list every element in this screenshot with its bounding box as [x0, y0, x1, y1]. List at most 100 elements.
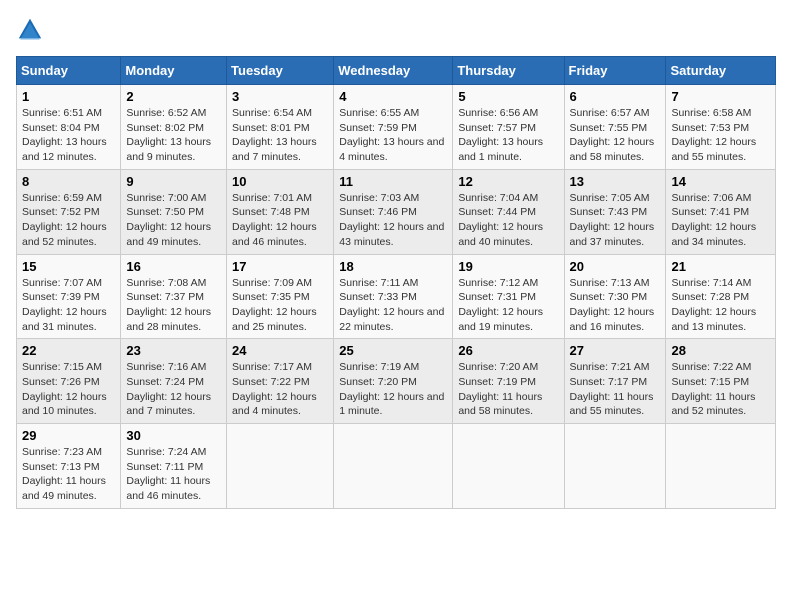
calendar-week-row: 1 Sunrise: 6:51 AMSunset: 8:04 PMDayligh…	[17, 85, 776, 170]
calendar-cell: 23 Sunrise: 7:16 AMSunset: 7:24 PMDaylig…	[121, 339, 227, 424]
calendar-cell: 18 Sunrise: 7:11 AMSunset: 7:33 PMDaylig…	[334, 254, 453, 339]
day-info: Sunrise: 7:05 AMSunset: 7:43 PMDaylight:…	[570, 192, 655, 248]
day-number: 24	[232, 343, 328, 358]
day-info: Sunrise: 7:06 AMSunset: 7:41 PMDaylight:…	[671, 192, 756, 248]
calendar-cell: 26 Sunrise: 7:20 AMSunset: 7:19 PMDaylig…	[453, 339, 564, 424]
calendar-cell: 28 Sunrise: 7:22 AMSunset: 7:15 PMDaylig…	[666, 339, 776, 424]
calendar-cell: 25 Sunrise: 7:19 AMSunset: 7:20 PMDaylig…	[334, 339, 453, 424]
calendar-cell	[666, 424, 776, 509]
day-number: 19	[458, 259, 558, 274]
calendar-cell: 22 Sunrise: 7:15 AMSunset: 7:26 PMDaylig…	[17, 339, 121, 424]
day-number: 15	[22, 259, 115, 274]
calendar-cell: 16 Sunrise: 7:08 AMSunset: 7:37 PMDaylig…	[121, 254, 227, 339]
calendar-cell	[334, 424, 453, 509]
day-info: Sunrise: 7:20 AMSunset: 7:19 PMDaylight:…	[458, 361, 542, 417]
day-info: Sunrise: 7:11 AMSunset: 7:33 PMDaylight:…	[339, 277, 444, 333]
day-number: 14	[671, 174, 770, 189]
calendar-cell	[227, 424, 334, 509]
day-number: 21	[671, 259, 770, 274]
col-wednesday: Wednesday	[334, 57, 453, 85]
day-info: Sunrise: 6:52 AMSunset: 8:02 PMDaylight:…	[126, 107, 211, 163]
day-number: 3	[232, 89, 328, 104]
day-info: Sunrise: 7:21 AMSunset: 7:17 PMDaylight:…	[570, 361, 654, 417]
day-number: 29	[22, 428, 115, 443]
day-info: Sunrise: 7:08 AMSunset: 7:37 PMDaylight:…	[126, 277, 211, 333]
day-info: Sunrise: 7:12 AMSunset: 7:31 PMDaylight:…	[458, 277, 543, 333]
day-info: Sunrise: 7:09 AMSunset: 7:35 PMDaylight:…	[232, 277, 317, 333]
day-number: 6	[570, 89, 661, 104]
day-info: Sunrise: 7:04 AMSunset: 7:44 PMDaylight:…	[458, 192, 543, 248]
calendar-cell: 24 Sunrise: 7:17 AMSunset: 7:22 PMDaylig…	[227, 339, 334, 424]
day-number: 5	[458, 89, 558, 104]
calendar-cell: 12 Sunrise: 7:04 AMSunset: 7:44 PMDaylig…	[453, 169, 564, 254]
calendar-cell: 11 Sunrise: 7:03 AMSunset: 7:46 PMDaylig…	[334, 169, 453, 254]
day-number: 20	[570, 259, 661, 274]
day-info: Sunrise: 7:24 AMSunset: 7:11 PMDaylight:…	[126, 446, 210, 502]
day-number: 10	[232, 174, 328, 189]
day-info: Sunrise: 7:13 AMSunset: 7:30 PMDaylight:…	[570, 277, 655, 333]
calendar-cell: 19 Sunrise: 7:12 AMSunset: 7:31 PMDaylig…	[453, 254, 564, 339]
day-info: Sunrise: 6:55 AMSunset: 7:59 PMDaylight:…	[339, 107, 444, 163]
day-info: Sunrise: 7:14 AMSunset: 7:28 PMDaylight:…	[671, 277, 756, 333]
day-number: 7	[671, 89, 770, 104]
calendar-cell: 3 Sunrise: 6:54 AMSunset: 8:01 PMDayligh…	[227, 85, 334, 170]
calendar-cell: 2 Sunrise: 6:52 AMSunset: 8:02 PMDayligh…	[121, 85, 227, 170]
calendar-cell: 8 Sunrise: 6:59 AMSunset: 7:52 PMDayligh…	[17, 169, 121, 254]
day-number: 8	[22, 174, 115, 189]
calendar-cell: 30 Sunrise: 7:24 AMSunset: 7:11 PMDaylig…	[121, 424, 227, 509]
day-number: 1	[22, 89, 115, 104]
logo	[16, 16, 48, 44]
day-info: Sunrise: 6:54 AMSunset: 8:01 PMDaylight:…	[232, 107, 317, 163]
calendar-cell: 21 Sunrise: 7:14 AMSunset: 7:28 PMDaylig…	[666, 254, 776, 339]
day-info: Sunrise: 7:19 AMSunset: 7:20 PMDaylight:…	[339, 361, 444, 417]
calendar-header-row: Sunday Monday Tuesday Wednesday Thursday…	[17, 57, 776, 85]
day-number: 27	[570, 343, 661, 358]
day-number: 30	[126, 428, 221, 443]
calendar-cell: 6 Sunrise: 6:57 AMSunset: 7:55 PMDayligh…	[564, 85, 666, 170]
day-info: Sunrise: 7:16 AMSunset: 7:24 PMDaylight:…	[126, 361, 211, 417]
day-info: Sunrise: 7:00 AMSunset: 7:50 PMDaylight:…	[126, 192, 211, 248]
day-info: Sunrise: 6:57 AMSunset: 7:55 PMDaylight:…	[570, 107, 655, 163]
day-number: 28	[671, 343, 770, 358]
calendar-cell: 4 Sunrise: 6:55 AMSunset: 7:59 PMDayligh…	[334, 85, 453, 170]
day-info: Sunrise: 7:22 AMSunset: 7:15 PMDaylight:…	[671, 361, 755, 417]
calendar-cell: 17 Sunrise: 7:09 AMSunset: 7:35 PMDaylig…	[227, 254, 334, 339]
day-number: 16	[126, 259, 221, 274]
col-saturday: Saturday	[666, 57, 776, 85]
day-number: 17	[232, 259, 328, 274]
calendar-cell: 1 Sunrise: 6:51 AMSunset: 8:04 PMDayligh…	[17, 85, 121, 170]
day-number: 22	[22, 343, 115, 358]
day-info: Sunrise: 6:56 AMSunset: 7:57 PMDaylight:…	[458, 107, 543, 163]
page-header	[16, 16, 776, 44]
day-number: 25	[339, 343, 447, 358]
calendar-week-row: 8 Sunrise: 6:59 AMSunset: 7:52 PMDayligh…	[17, 169, 776, 254]
calendar-cell: 14 Sunrise: 7:06 AMSunset: 7:41 PMDaylig…	[666, 169, 776, 254]
day-info: Sunrise: 7:03 AMSunset: 7:46 PMDaylight:…	[339, 192, 444, 248]
col-thursday: Thursday	[453, 57, 564, 85]
day-info: Sunrise: 6:58 AMSunset: 7:53 PMDaylight:…	[671, 107, 756, 163]
day-number: 18	[339, 259, 447, 274]
col-tuesday: Tuesday	[227, 57, 334, 85]
calendar-cell: 9 Sunrise: 7:00 AMSunset: 7:50 PMDayligh…	[121, 169, 227, 254]
calendar-cell	[564, 424, 666, 509]
day-number: 9	[126, 174, 221, 189]
day-number: 4	[339, 89, 447, 104]
day-number: 12	[458, 174, 558, 189]
day-info: Sunrise: 7:07 AMSunset: 7:39 PMDaylight:…	[22, 277, 107, 333]
calendar-cell: 10 Sunrise: 7:01 AMSunset: 7:48 PMDaylig…	[227, 169, 334, 254]
calendar-table: Sunday Monday Tuesday Wednesday Thursday…	[16, 56, 776, 509]
day-info: Sunrise: 7:15 AMSunset: 7:26 PMDaylight:…	[22, 361, 107, 417]
calendar-cell: 13 Sunrise: 7:05 AMSunset: 7:43 PMDaylig…	[564, 169, 666, 254]
col-monday: Monday	[121, 57, 227, 85]
col-friday: Friday	[564, 57, 666, 85]
day-number: 11	[339, 174, 447, 189]
calendar-week-row: 22 Sunrise: 7:15 AMSunset: 7:26 PMDaylig…	[17, 339, 776, 424]
calendar-cell: 27 Sunrise: 7:21 AMSunset: 7:17 PMDaylig…	[564, 339, 666, 424]
day-info: Sunrise: 6:59 AMSunset: 7:52 PMDaylight:…	[22, 192, 107, 248]
day-info: Sunrise: 7:23 AMSunset: 7:13 PMDaylight:…	[22, 446, 106, 502]
day-info: Sunrise: 6:51 AMSunset: 8:04 PMDaylight:…	[22, 107, 107, 163]
day-info: Sunrise: 7:17 AMSunset: 7:22 PMDaylight:…	[232, 361, 317, 417]
calendar-cell: 20 Sunrise: 7:13 AMSunset: 7:30 PMDaylig…	[564, 254, 666, 339]
day-number: 13	[570, 174, 661, 189]
calendar-cell: 5 Sunrise: 6:56 AMSunset: 7:57 PMDayligh…	[453, 85, 564, 170]
